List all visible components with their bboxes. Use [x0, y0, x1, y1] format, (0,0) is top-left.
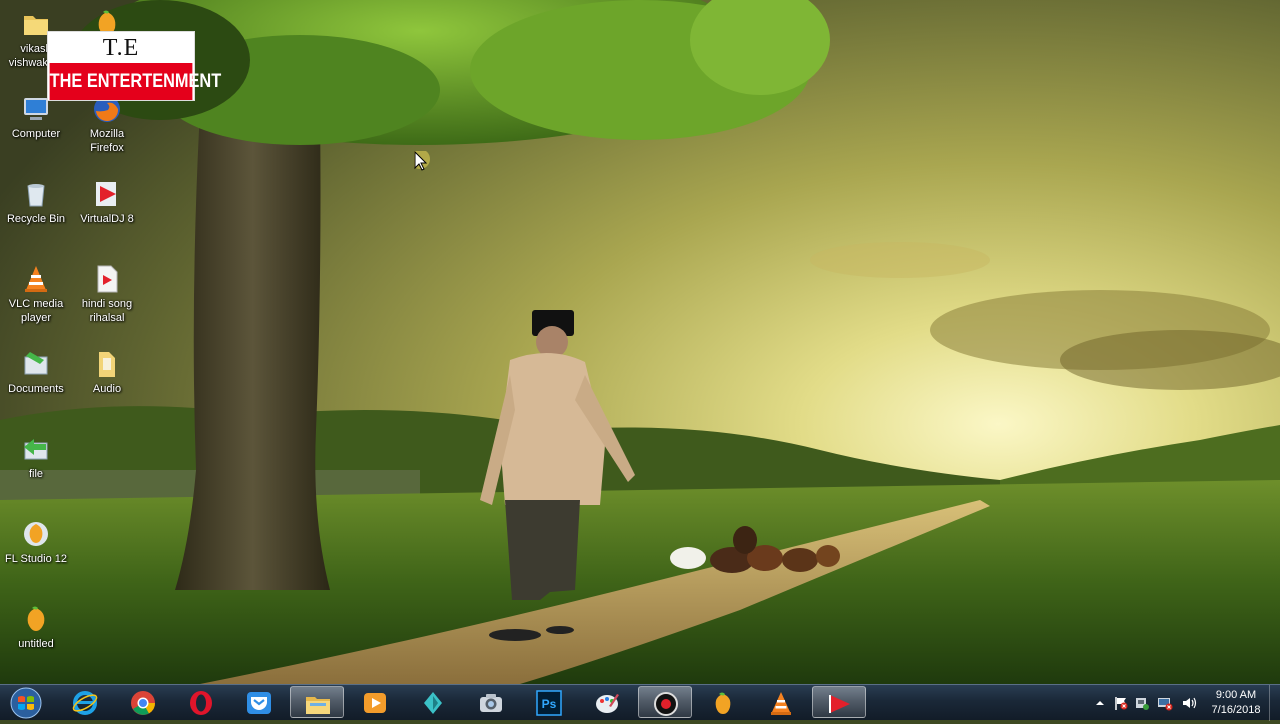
folder-icon [91, 348, 123, 380]
network-icon[interactable] [1157, 695, 1173, 711]
desktop-icon-label: FL Studio 12 [5, 553, 67, 565]
show-desktop-button[interactable] [1269, 685, 1280, 721]
action-center-flag-icon[interactable] [1113, 695, 1129, 711]
desktop-icon-label: untitled [18, 638, 54, 650]
clock-date: 7/16/2018 [1211, 704, 1261, 716]
vlc-icon [771, 692, 791, 715]
usb-device-icon[interactable] [1134, 695, 1150, 711]
clock-time: 9:00 AM [1215, 689, 1257, 701]
taskbar-fl-studio[interactable] [696, 686, 750, 718]
mouse-cursor-icon [410, 149, 438, 179]
media-player-icon [364, 693, 386, 713]
camera-icon [480, 694, 502, 712]
internet-explorer-icon [72, 691, 98, 715]
watermark-initials: T.E [102, 35, 140, 61]
desktop-wallpaper [0, 0, 1280, 684]
photoshop-icon: Ps [536, 690, 562, 716]
desktop-icon-file[interactable]: file [0, 433, 72, 481]
desktop-icon-recycle-bin[interactable]: Recycle Bin [0, 178, 72, 226]
desktop-icon-label: Mozilla Firefox [89, 128, 125, 154]
taskbar-pocket[interactable] [232, 686, 286, 718]
desktop-icon-untitled[interactable]: untitled [0, 603, 72, 651]
taskbar-camera[interactable] [464, 686, 518, 718]
taskbar-photoshop[interactable]: Ps [522, 686, 576, 718]
taskbar-file-explorer[interactable] [290, 686, 344, 718]
taskbar-vlc[interactable] [754, 686, 808, 718]
taskbar-filmora[interactable] [406, 686, 460, 718]
desktop-icon-documents[interactable]: Documents [0, 348, 72, 396]
show-hidden-icons-icon[interactable] [1092, 695, 1108, 711]
taskbar-paint[interactable] [580, 686, 634, 718]
taskbar-virtualdj[interactable] [812, 686, 866, 718]
vlc-icon [20, 263, 52, 295]
start-button[interactable] [4, 686, 48, 720]
pocket-icon [247, 692, 271, 714]
opera-icon [190, 691, 212, 715]
desktop-icon-audio[interactable]: Audio [71, 348, 143, 396]
desktop-icon-label: file [28, 468, 44, 480]
taskbar: Ps 9:00 AM 7/16/2018 [0, 684, 1280, 721]
system-clock[interactable]: 9:00 AM 7/16/2018 [1204, 688, 1268, 718]
shortcut-icon [20, 433, 52, 465]
windows-orb-icon [10, 687, 42, 719]
screen-recorder-icon [654, 692, 678, 716]
documents-icon [20, 348, 52, 380]
file-explorer-icon [306, 697, 330, 714]
desktop-icon-firefox[interactable]: Mozilla Firefox [71, 93, 143, 155]
taskbar-media-player[interactable] [348, 686, 402, 718]
fl-studio-icon [20, 518, 52, 550]
wallpaper-scene [0, 0, 1280, 684]
photoshop-label: Ps [542, 697, 557, 711]
watermark-title: THE ENTERTENMENT [49, 63, 221, 100]
fl-project-icon [20, 603, 52, 635]
desktop-icon-fl-studio[interactable]: FL Studio 12 [0, 518, 72, 566]
taskbar-internet-explorer[interactable] [58, 686, 112, 718]
chrome-icon [131, 691, 155, 715]
virtualdj-icon [829, 695, 850, 713]
desktop-icon-label: Computer [11, 128, 61, 140]
virtualdj-icon [91, 178, 123, 210]
taskbar-chrome[interactable] [116, 686, 170, 718]
taskbar-screen-recorder[interactable] [638, 686, 692, 718]
desktop-icon-label: hindi song rihalsal [81, 298, 133, 324]
media-file-icon [91, 263, 123, 295]
taskbar-opera[interactable] [174, 686, 228, 718]
desktop-icon-hindi-song[interactable]: hindi song rihalsal [71, 263, 143, 325]
desktop-icon-vlc[interactable]: VLC media player [0, 263, 72, 325]
volume-icon[interactable] [1181, 695, 1197, 711]
desktop-icon-label: Recycle Bin [6, 213, 66, 225]
desktop-icon-label: VLC media player [8, 298, 64, 324]
fl-studio-icon [715, 692, 731, 714]
desktop-icon-label: Documents [8, 383, 64, 395]
filmora-icon [424, 692, 442, 714]
desktop-icon-label: Audio [92, 383, 122, 395]
channel-watermark: T.E THE ENTERTENMENT [47, 31, 221, 101]
recycle-bin-icon [20, 178, 52, 210]
desktop-icon-label: VirtualDJ 8 [80, 213, 134, 225]
desktop-icon-virtualdj[interactable]: VirtualDJ 8 [71, 178, 143, 226]
paint-icon [596, 694, 619, 713]
